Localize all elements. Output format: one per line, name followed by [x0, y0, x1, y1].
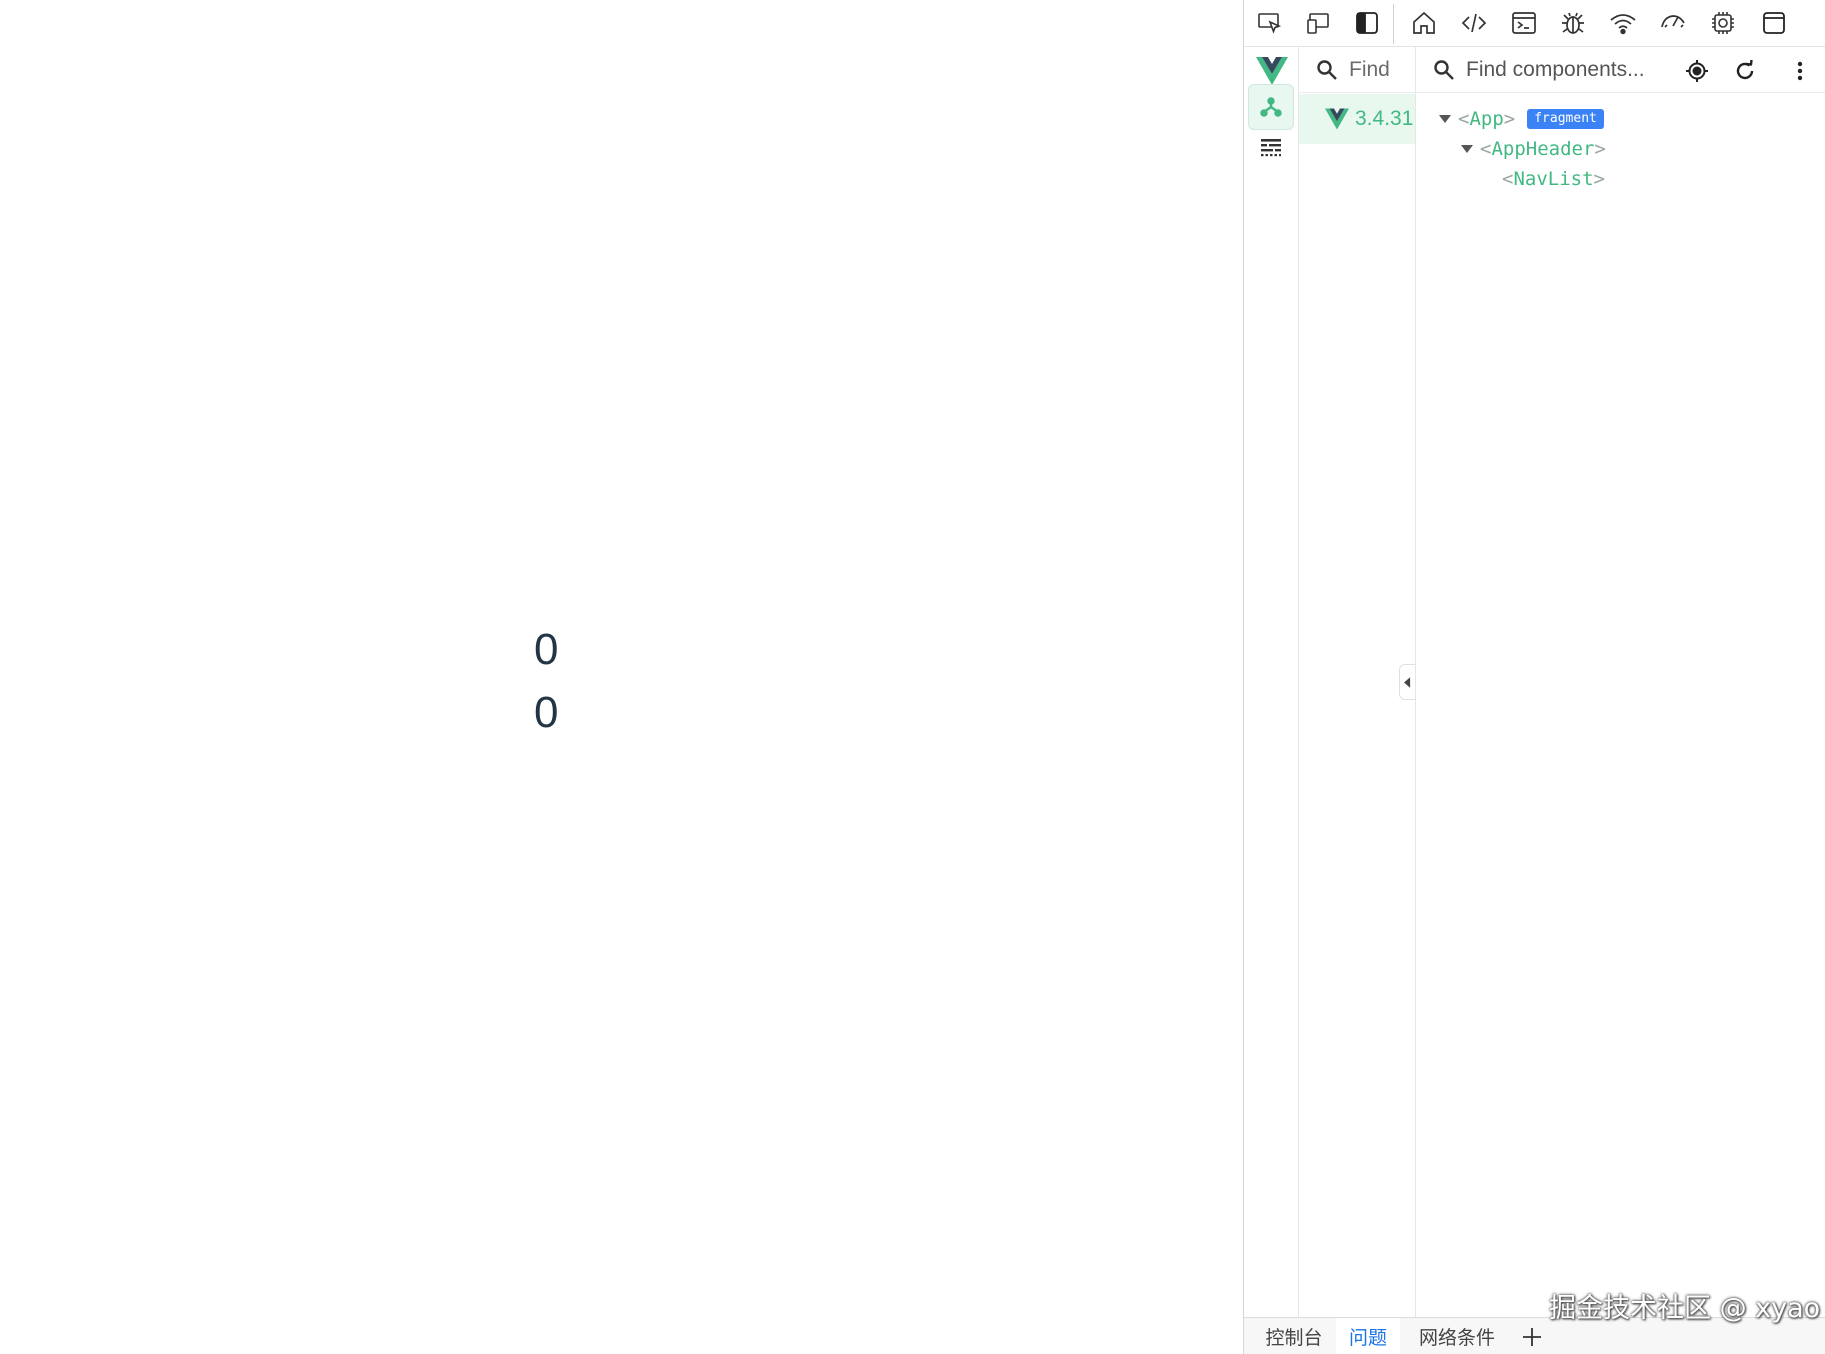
tree-node-navlist[interactable]: < NavList >	[1502, 165, 1605, 193]
expanded-arrow-icon[interactable]	[1460, 142, 1474, 156]
drawer-tab-console[interactable]: 控制台	[1254, 1318, 1334, 1354]
application-icon[interactable]	[1756, 8, 1792, 38]
apps-search-input[interactable]	[1349, 57, 1409, 82]
counter-value-2: 0	[534, 688, 559, 737]
counter-value-1: 0	[534, 625, 559, 674]
app-list-item[interactable]: 3.4.31	[1299, 94, 1415, 144]
vue-devtools-rail	[1244, 47, 1299, 1347]
timeline-tab-icon[interactable]	[1248, 124, 1294, 170]
tree-node-name: NavList	[1513, 168, 1594, 190]
sources-debugger-icon[interactable]	[1555, 8, 1591, 38]
chevron-left-icon	[1404, 676, 1411, 688]
tree-node-name: AppHeader	[1491, 138, 1595, 160]
tree-node-appheader[interactable]: < AppHeader >	[1460, 135, 1606, 163]
devtools-toolbar	[1244, 0, 1825, 47]
refresh-icon[interactable]	[1730, 56, 1760, 86]
tree-node-app[interactable]: < App > fragment	[1438, 105, 1604, 133]
tree-node-name: App	[1469, 108, 1504, 130]
console-icon[interactable]	[1506, 8, 1542, 38]
fragment-badge: fragment	[1527, 109, 1604, 129]
device-emulation-icon[interactable]	[1301, 8, 1337, 38]
search-icon	[1317, 59, 1337, 80]
components-search-bar	[1416, 47, 1825, 93]
apps-search-bar	[1299, 47, 1416, 93]
component-tree-panel: <App> fragment <AppHeader> <NavList>	[1416, 47, 1825, 1317]
drawer-tab-issues[interactable]: 问题	[1336, 1318, 1400, 1354]
expanded-arrow-icon[interactable]	[1438, 112, 1452, 126]
toolbar-separator	[1393, 4, 1394, 44]
inspect-element-icon[interactable]	[1252, 8, 1288, 38]
watermark: 掘金技术社区 @ xyao	[1549, 1293, 1821, 1324]
search-icon	[1434, 59, 1454, 80]
welcome-home-icon[interactable]	[1406, 8, 1442, 38]
vue-logo-icon	[1256, 57, 1288, 85]
network-icon[interactable]	[1605, 8, 1641, 38]
elements-icon[interactable]	[1456, 8, 1492, 38]
page-viewport: 0 0	[0, 0, 1243, 1354]
select-component-target-icon[interactable]	[1682, 56, 1712, 86]
app-version: 3.4.31	[1355, 107, 1414, 130]
dock-side-icon[interactable]	[1349, 8, 1385, 38]
components-search-input[interactable]	[1466, 57, 1706, 82]
more-options-icon[interactable]	[1790, 56, 1810, 86]
memory-icon[interactable]	[1705, 8, 1741, 38]
performance-icon[interactable]	[1655, 8, 1691, 38]
devtools-panel: 3.4.31 <App> fragment <	[1243, 0, 1825, 1354]
collapse-panel-handle[interactable]	[1399, 664, 1415, 700]
vue-logo-icon	[1325, 108, 1349, 130]
drawer-tab-network-conditions[interactable]: 网络条件	[1404, 1318, 1510, 1354]
add-drawer-tab-icon[interactable]	[1516, 1321, 1548, 1353]
